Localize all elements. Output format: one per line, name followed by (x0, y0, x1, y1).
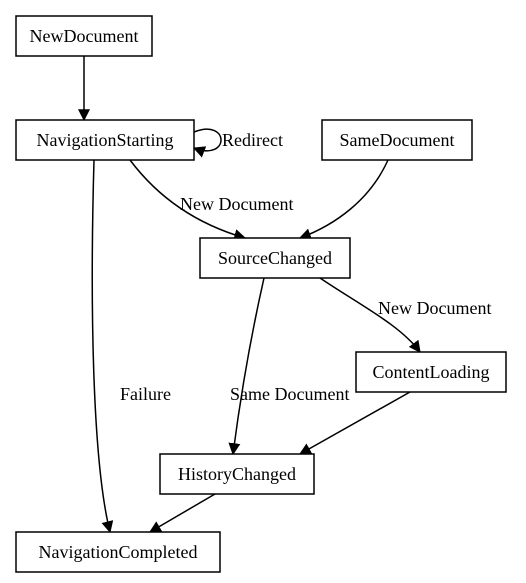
node-label-historychanged: HistoryChanged (178, 464, 296, 484)
node-samedocument: SameDocument (322, 120, 472, 160)
node-navigationcompleted: NavigationCompleted (16, 532, 220, 572)
node-historychanged: HistoryChanged (160, 454, 314, 494)
edge-sourcechanged-historychanged (233, 278, 264, 454)
node-label-contentloading: ContentLoading (373, 362, 490, 382)
node-contentloading: ContentLoading (356, 352, 506, 392)
node-label-navigationstarting: NavigationStarting (37, 130, 174, 150)
edge-navigationstarting-redirect-loop (194, 129, 221, 151)
edge-label-newdoc1: New Document (180, 194, 293, 214)
node-label-sourcechanged: SourceChanged (218, 248, 332, 268)
edge-navigationstarting-navigationcompleted (92, 160, 110, 532)
edge-samedocument-sourcechanged (300, 160, 388, 238)
navigation-flowchart: Redirect New Document New Document Same … (0, 0, 526, 583)
edge-label-samedoc: Same Document (230, 384, 349, 404)
node-sourcechanged: SourceChanged (200, 238, 350, 278)
node-newdocument: NewDocument (16, 16, 152, 56)
edge-label-redirect: Redirect (222, 130, 283, 150)
node-navigationstarting: NavigationStarting (16, 120, 194, 160)
edge-label-newdoc2: New Document (378, 298, 491, 318)
edge-historychanged-navigationcompleted (150, 494, 215, 532)
node-label-navigationcompleted: NavigationCompleted (39, 542, 198, 562)
edge-label-failure: Failure (120, 384, 171, 404)
node-label-samedocument: SameDocument (340, 130, 455, 150)
node-label-newdocument: NewDocument (30, 26, 139, 46)
